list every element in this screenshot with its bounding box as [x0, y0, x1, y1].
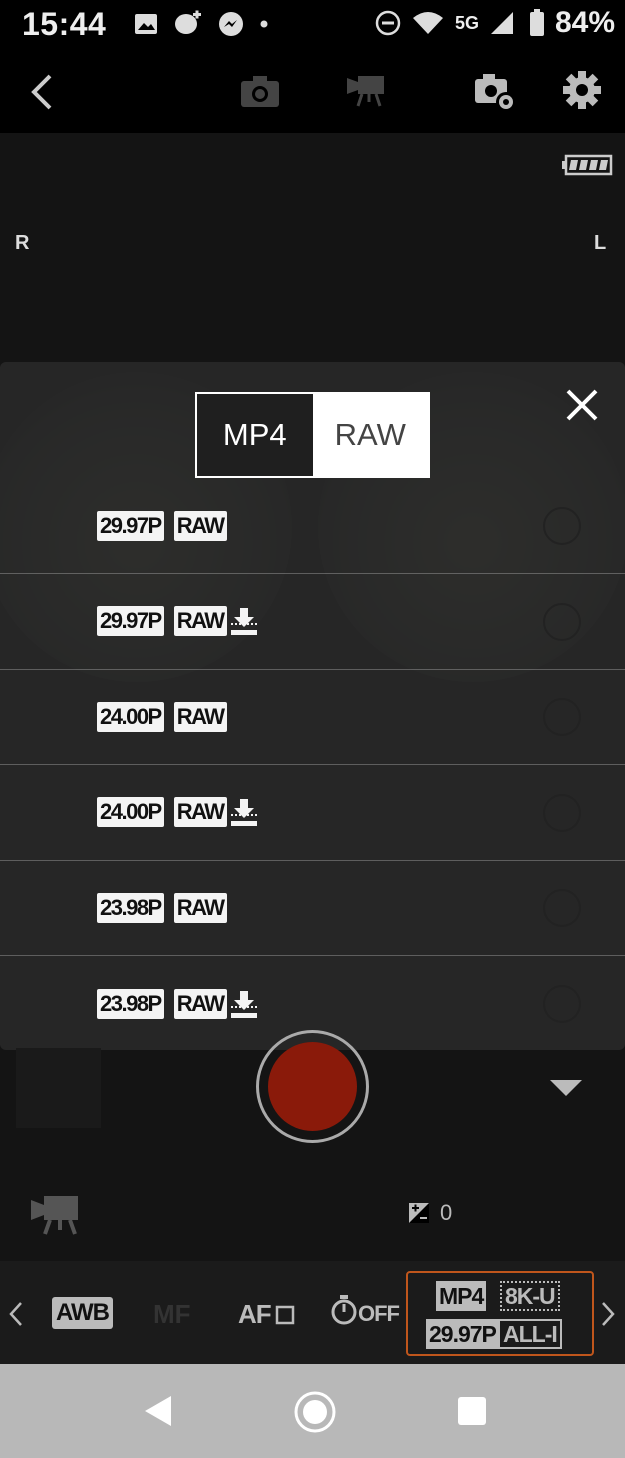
frame-rate-badge: 23.98P	[97, 988, 164, 1019]
self-timer-icon	[331, 1295, 357, 1325]
option-badges: 23.98P RAW	[97, 956, 259, 1052]
download-icon	[230, 799, 257, 826]
dot-icon	[260, 20, 268, 28]
exposure-compensation[interactable]: 0	[408, 1200, 452, 1226]
camera-gear-icon[interactable]	[474, 72, 518, 114]
frame-rate-badge: 24.00P	[97, 797, 164, 827]
format-badge-group: RAW	[173, 988, 259, 1019]
frame-rate-badge: 23.98P	[97, 892, 164, 923]
af-mode-label: AF	[238, 1299, 272, 1329]
format-option-row[interactable]: 24.00P RAW	[0, 669, 625, 765]
frame-rate-badge: 24.00P	[97, 701, 164, 732]
settings-strip: AWB MF AF OFF MP4 8K-U 29.97P ALL-I	[0, 1261, 625, 1364]
raw-badge: RAW	[173, 606, 227, 636]
camera-battery-icon	[562, 154, 613, 176]
wifi-icon	[412, 12, 443, 34]
option-radio[interactable]	[543, 602, 581, 641]
frame-rate-badge: 29.97P	[97, 510, 164, 541]
chevron-right-small-icon[interactable]	[600, 1301, 616, 1327]
format-container: MP4	[436, 1281, 487, 1311]
video-camera-icon[interactable]	[346, 72, 386, 108]
format-resolution: 8K-U	[500, 1281, 560, 1311]
recording-format-setting[interactable]: MP4 8K-U 29.97P ALL-I	[406, 1271, 594, 1356]
close-icon[interactable]	[563, 386, 601, 424]
frame-rate-badge: 29.97P	[97, 606, 164, 636]
do-not-disturb-icon	[375, 10, 401, 36]
af-mode-setting[interactable]: AF	[238, 1299, 295, 1330]
chat-add-icon	[175, 10, 201, 34]
format-frame-rate: 29.97P	[426, 1319, 499, 1349]
signal-icon	[490, 12, 513, 34]
download-icon	[230, 608, 257, 635]
home-circle-icon[interactable]	[293, 1390, 337, 1434]
raw-badge: RAW	[173, 701, 227, 732]
recording-format-panel: MP4 RAW 29.97P RAW 29.97P RAW 24.00P RAW 24.00…	[0, 362, 625, 1050]
format-option-row[interactable]: 24.00P RAW	[0, 765, 625, 861]
option-radio[interactable]	[543, 793, 581, 832]
navigation-bar	[0, 1364, 625, 1458]
gallery-icon	[135, 14, 157, 34]
self-timer-setting[interactable]: OFF	[330, 1293, 400, 1327]
raw-badge: RAW	[173, 510, 227, 541]
format-badge-group: RAW	[173, 701, 227, 732]
notification-icons	[133, 10, 269, 38]
system-status: 5G 84%	[375, 6, 615, 40]
back-triangle-icon[interactable]	[143, 1394, 173, 1428]
exposure-compensation-value: 0	[440, 1200, 453, 1225]
format-tabs: MP4 RAW	[195, 392, 430, 478]
download-icon	[230, 990, 257, 1018]
record-button[interactable]	[256, 1030, 369, 1143]
format-badge-group: RAW	[173, 510, 227, 541]
video-mode-icon[interactable]	[30, 1192, 80, 1236]
camera-icon[interactable]	[240, 74, 280, 108]
triangle-down-icon[interactable]	[549, 1078, 583, 1098]
last-capture-thumbnail[interactable]	[16, 1048, 101, 1128]
tab-mp4[interactable]: MP4	[197, 394, 313, 476]
battery-icon	[529, 9, 544, 36]
chevron-left-small-icon[interactable]	[8, 1301, 24, 1327]
manual-focus-setting: MF	[153, 1299, 191, 1329]
messenger-icon	[219, 12, 243, 36]
format-compression: ALL-I	[498, 1319, 562, 1349]
self-timer-label: OFF	[358, 1301, 400, 1326]
option-radio[interactable]	[543, 507, 581, 545]
raw-badge: RAW	[173, 892, 227, 923]
top-toolbar	[0, 50, 625, 133]
battery-percent: 84%	[554, 6, 615, 39]
record-button-core	[268, 1042, 357, 1131]
status-time: 15:44	[22, 6, 107, 42]
af-frame-icon	[275, 1305, 294, 1324]
white-balance-setting[interactable]: AWB	[52, 1297, 113, 1329]
format-badge-group: RAW	[173, 797, 259, 827]
network-type: 5G	[454, 12, 479, 33]
gear-icon[interactable]	[562, 70, 602, 110]
lens-label-left: R	[15, 232, 30, 254]
option-radio[interactable]	[543, 889, 581, 927]
exposure-compensation-icon	[409, 1203, 429, 1223]
chevron-left-icon[interactable]	[28, 72, 56, 112]
format-option-row[interactable]: 23.98P RAW	[0, 860, 625, 956]
tab-raw[interactable]: RAW	[312, 394, 428, 476]
recents-square-icon[interactable]	[457, 1396, 487, 1426]
raw-badge: RAW	[173, 797, 227, 827]
option-badges: 23.98P RAW	[97, 860, 227, 955]
option-radio[interactable]	[543, 984, 581, 1023]
raw-badge: RAW	[173, 988, 227, 1019]
option-badges: 29.97P RAW	[97, 478, 227, 573]
format-badge-group: RAW	[173, 606, 259, 636]
option-badges: 24.00P RAW	[97, 669, 227, 764]
status-bar: 15:44 5G 84%	[0, 0, 625, 50]
format-badge-group: RAW	[173, 892, 227, 923]
option-radio[interactable]	[543, 698, 581, 736]
option-badges: 24.00P RAW	[97, 765, 259, 860]
format-option-row[interactable]: 29.97P RAW	[0, 574, 625, 670]
option-badges: 29.97P RAW	[97, 574, 259, 669]
format-option-row[interactable]: 29.97P RAW	[0, 478, 625, 574]
lens-label-right: L	[594, 232, 607, 254]
